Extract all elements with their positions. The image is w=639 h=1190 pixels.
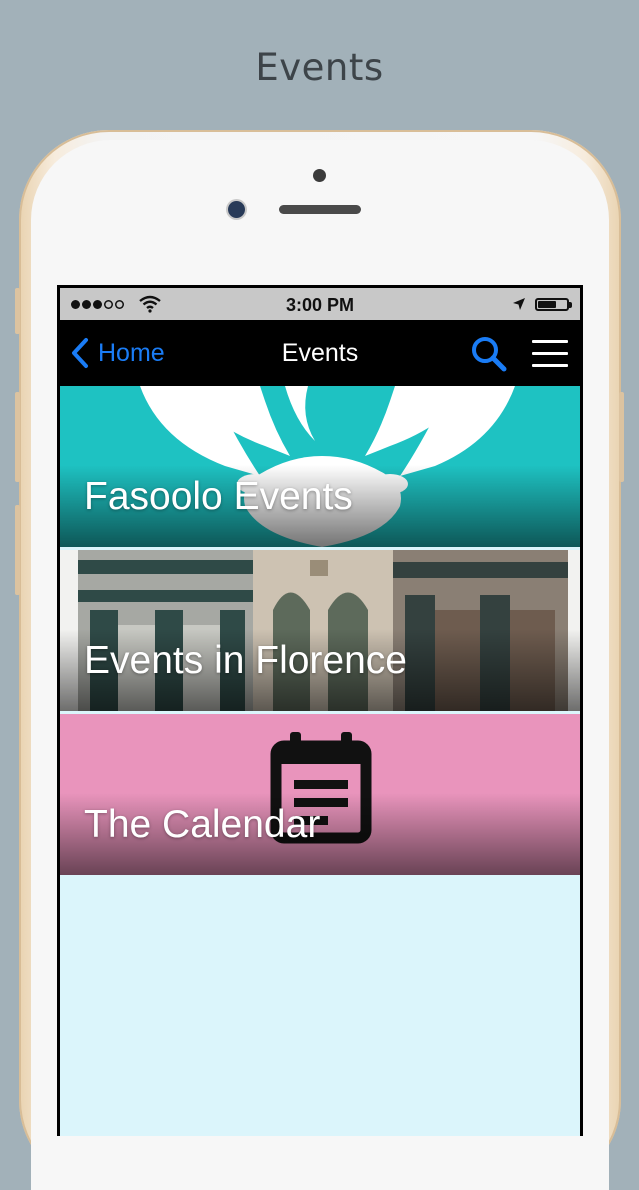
- tile-label: Fasoolo Events: [84, 475, 353, 518]
- earpiece-speaker: [279, 205, 361, 214]
- tile-fasoolo-events[interactable]: Fasoolo Events: [60, 386, 580, 547]
- tile-label: Events in Florence: [84, 639, 407, 682]
- location-arrow-icon: [513, 298, 525, 310]
- search-icon[interactable]: [470, 335, 508, 373]
- chevron-left-icon: [72, 338, 88, 368]
- front-camera: [228, 201, 245, 218]
- status-bar: 3:00 PM: [60, 288, 580, 320]
- tile-events-in-florence[interactable]: Events in Florence: [60, 550, 580, 711]
- app-screen: 3:00 PM Home Events Fasoolo Events Event…: [60, 288, 580, 1136]
- power-button: [619, 392, 624, 482]
- phone-screen: 3:00 PM Home Events Fasoolo Events Event…: [57, 285, 583, 1136]
- mute-switch: [15, 288, 20, 334]
- back-button-label: Home: [98, 338, 165, 367]
- battery-tip: [569, 302, 572, 308]
- hamburger-menu-icon[interactable]: [532, 340, 568, 368]
- navigation-bar: Home Events: [60, 320, 580, 386]
- page-title: Events: [255, 46, 384, 89]
- back-button[interactable]: Home: [70, 320, 165, 386]
- tile-the-calendar[interactable]: The Calendar: [60, 714, 580, 875]
- volume-down-button: [15, 505, 20, 595]
- status-time: 3:00 PM: [285, 295, 355, 315]
- volume-up-button: [15, 392, 20, 482]
- battery-icon: [535, 298, 569, 311]
- tile-label: The Calendar: [84, 803, 321, 846]
- proximity-sensor: [313, 169, 326, 182]
